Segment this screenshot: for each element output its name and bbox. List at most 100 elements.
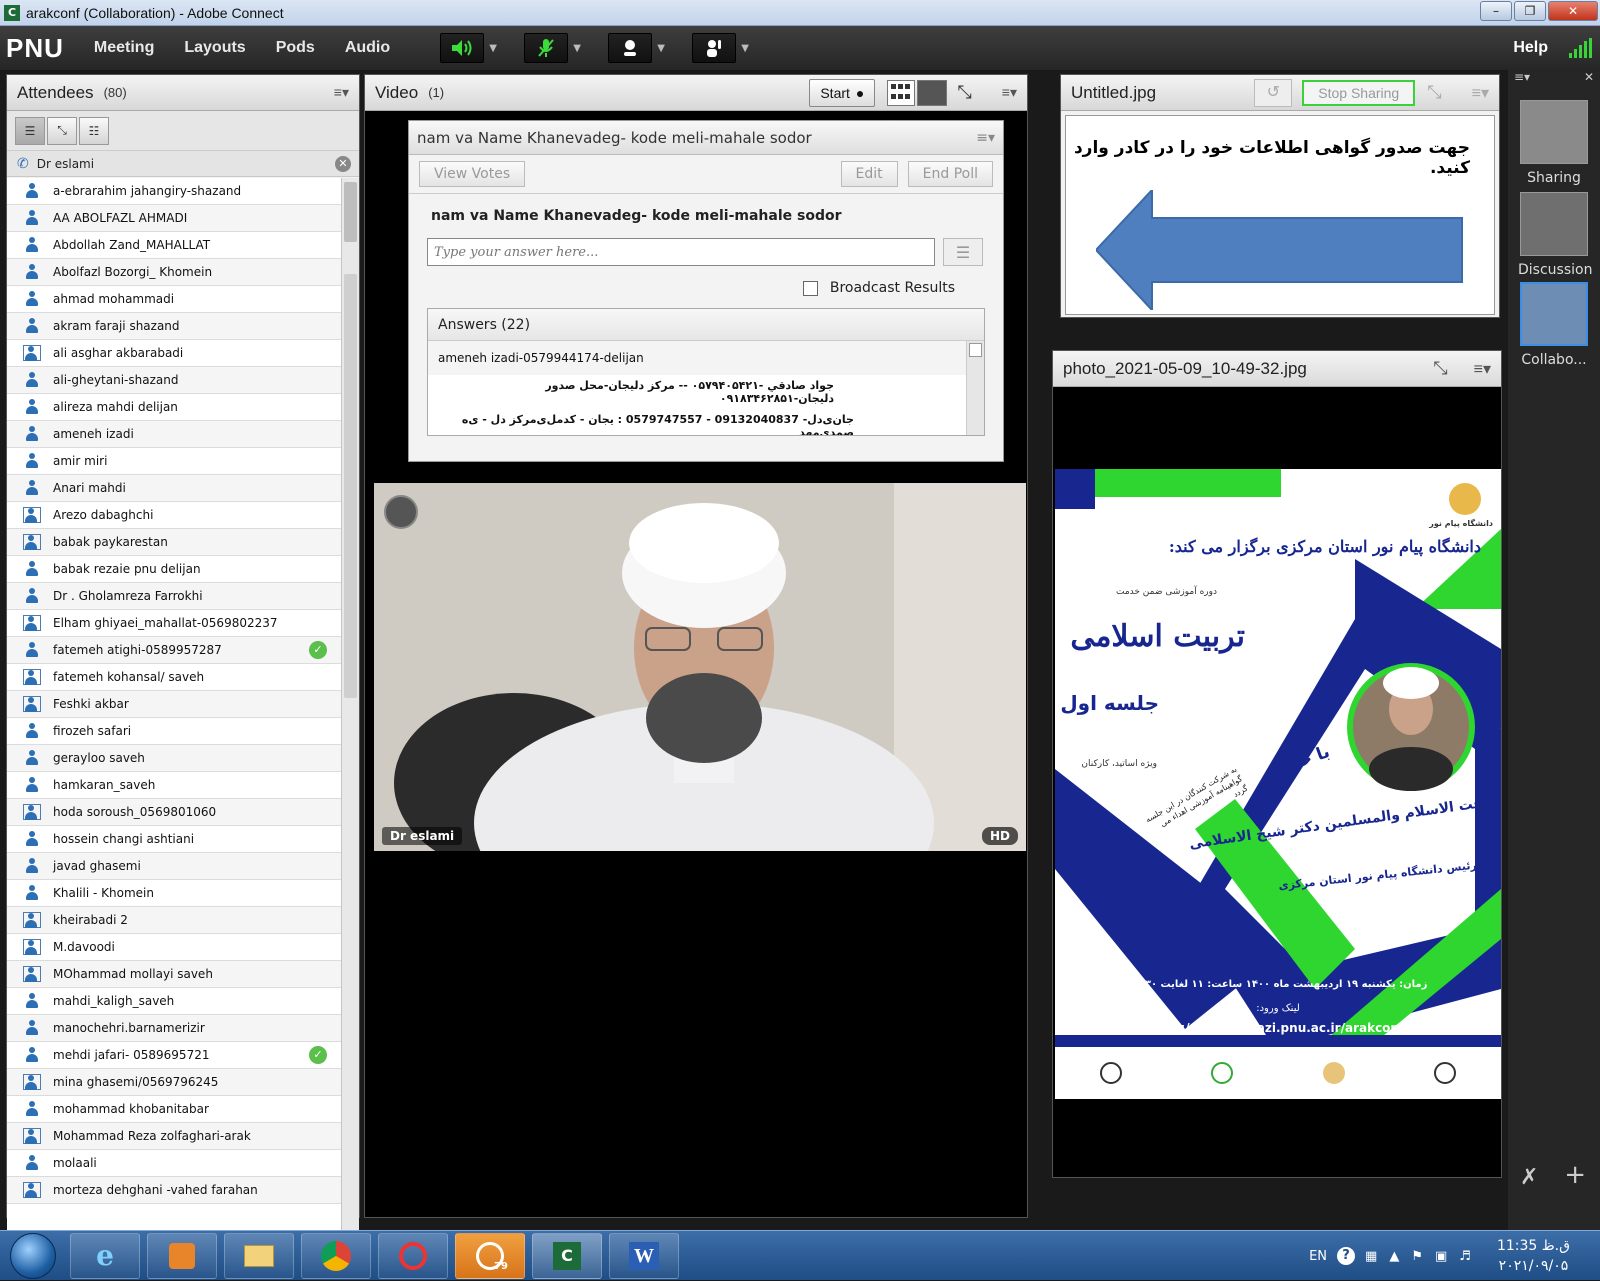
submit-answer-icon[interactable]: ☰ [943,238,983,266]
attendee-row[interactable]: mohammad khobanitabar [7,1096,341,1123]
attendee-row[interactable]: ahmad mohammadi [7,286,341,313]
network-tray-icon[interactable]: ▦ [1365,1249,1377,1264]
attendee-row[interactable]: manochehri.barnamerizir [7,1015,341,1042]
poster-options-icon[interactable]: ≡▾ [1474,359,1491,379]
attendee-row[interactable]: amir miri [7,448,341,475]
attendee-row[interactable]: Dr . Gholamreza Farrokhi [7,583,341,610]
menu-layouts[interactable]: Layouts [184,39,245,57]
attendee-row[interactable]: babak rezaie pnu delijan [7,556,341,583]
menu-help[interactable]: Help [1513,39,1548,57]
layout-discussion[interactable]: Discussion [1518,192,1592,278]
breakout-view-icon[interactable]: ⤡ [47,116,77,145]
sync-icon[interactable]: ↺ [1254,78,1293,107]
raise-hand-button[interactable] [692,33,737,63]
language-indicator[interactable]: EN [1309,1249,1327,1264]
stop-sharing-button[interactable]: Stop Sharing [1302,79,1416,106]
view-votes-button[interactable]: View Votes [419,161,526,187]
attendee-row[interactable]: mehdi jafari- 0589695721 ✓ [7,1042,341,1069]
network-icon[interactable]: ▣ [1435,1249,1447,1264]
attendee-row[interactable]: ali-gheytani-shazand [7,367,341,394]
poll-options-icon[interactable]: ≡▾ [976,130,995,146]
microphone-button[interactable] [524,33,569,63]
broadcast-checkbox[interactable] [802,280,818,296]
layout-collaboration[interactable]: Collabo... [1518,282,1590,368]
attendee-row[interactable]: Abdollah Zand_MAHALLAT [7,232,341,259]
close-window-button[interactable]: ✕ [1548,1,1598,21]
list-view-icon[interactable]: ☰ [15,116,45,145]
attendee-row[interactable]: mahdi_kaligh_saveh [7,988,341,1015]
taskbar-explorer[interactable] [224,1232,294,1279]
attendee-row[interactable]: firozeh safari [7,718,341,745]
start-button[interactable] [10,1232,56,1279]
attendee-scroll-thumb[interactable] [344,182,357,242]
rail-options-icon[interactable]: ≡▾ [1514,70,1530,84]
menu-meeting[interactable]: Meeting [94,39,154,57]
minimize-button[interactable]: – [1480,1,1512,21]
attendee-row[interactable]: fatemeh kohansal/ saveh [7,664,341,691]
attendee-row[interactable]: hamkaran_saveh [7,772,341,799]
maximize-button[interactable]: ❐ [1514,1,1546,21]
taskbar-adobe-connect[interactable]: C [532,1232,602,1279]
taskbar-ie[interactable]: e [70,1232,140,1279]
end-poll-button[interactable]: End Poll [907,161,993,187]
layout-sharing[interactable]: Sharing [1518,100,1590,186]
filmstrip-view-icon[interactable] [917,79,948,106]
camera-dropdown[interactable]: ▼ [652,33,670,63]
speaker-dropdown[interactable]: ▼ [484,33,502,63]
taskbar-app-badge[interactable]: 79 [455,1232,525,1279]
taskbar-chrome[interactable] [301,1232,371,1279]
rail-close-icon[interactable]: ✕ [1584,70,1594,84]
attendee-row[interactable]: Arezo dabaghchi [7,502,341,529]
answers-scrollbar[interactable] [966,341,984,435]
menu-audio[interactable]: Audio [345,39,390,57]
fullscreen-icon[interactable]: ⤡ [957,82,971,103]
attendee-row[interactable]: javad ghasemi [7,853,341,880]
show-hidden-icons[interactable]: ▲ [1389,1249,1399,1264]
attendee-row[interactable]: mina ghasemi/0569796245 [7,1069,341,1096]
clock[interactable]: 11:35 ق.ظ ۲۰۲۱/۰۹/۰۵ [1497,1236,1570,1276]
close-speaker-icon[interactable]: ✕ [335,155,351,172]
attendee-row[interactable]: morteza dehghani -vahed farahan [7,1177,341,1204]
attendee-row[interactable]: kheirabadi 2 [7,907,341,934]
attendee-row[interactable]: molaali [7,1150,341,1177]
volume-icon[interactable]: ♬ [1459,1249,1471,1264]
attendee-row[interactable]: MOhammad mollayi saveh [7,961,341,988]
attendee-row[interactable]: akram faraji shazand [7,313,341,340]
attendee-row[interactable]: Khalili - Khomein [7,880,341,907]
action-center-icon[interactable]: ⚑ [1411,1249,1423,1264]
grid-view-icon[interactable] [887,79,916,106]
help-tray-icon[interactable]: ? [1337,1247,1356,1265]
attendee-row[interactable]: a-ebrarahim jahangiry-shazand [7,178,341,205]
camera-button[interactable] [608,33,653,63]
attendee-scroll-handle[interactable] [344,274,357,698]
pod-options-icon[interactable]: ≡▾ [334,84,349,101]
attendee-row[interactable]: AA ABOLFAZL AHMADI [7,205,341,232]
status-dropdown[interactable]: ▼ [736,33,754,63]
menu-pods[interactable]: Pods [276,39,315,57]
attendee-row[interactable]: babak paykarestan [7,529,341,556]
attendee-row[interactable]: Mohammad Reza zolfaghari-arak [7,1123,341,1150]
microphone-dropdown[interactable]: ▼ [568,33,586,63]
attendee-row[interactable]: Elham ghiyaei_mahallat-0569802237 [7,610,341,637]
attendee-row[interactable]: M.davoodi [7,934,341,961]
attendee-row[interactable]: hossein changi ashtiani [7,826,341,853]
attendee-row[interactable]: hoda soroush_0569801060 [7,799,341,826]
speaker-button[interactable] [440,33,485,63]
taskbar-recorder[interactable] [378,1232,448,1279]
attendee-row[interactable]: ali asghar akbarabadi [7,340,341,367]
poster-fullscreen-icon[interactable]: ⤡ [1433,358,1447,379]
share-fullscreen-icon[interactable]: ⤡ [1427,82,1441,103]
start-webcam-button[interactable]: Start ● [809,78,876,107]
attendee-row[interactable]: gerayloo saveh [7,745,341,772]
role-view-icon[interactable]: ☷ [79,116,109,145]
attendee-row[interactable]: fatemeh atighi-0589957287 ✓ [7,637,341,664]
rail-tools-icon[interactable]: ✗ [1520,1165,1538,1190]
attendee-row[interactable]: Abolfazl Bozorgi_ Khomein [7,259,341,286]
add-layout-icon[interactable]: + [1564,1160,1586,1190]
share-options-icon[interactable]: ≡▾ [1472,83,1489,103]
taskbar-word[interactable]: W [609,1232,679,1279]
attendee-row[interactable]: alireza mahdi delijan [7,394,341,421]
taskbar-media-player[interactable] [147,1232,217,1279]
attendee-row[interactable]: Anari mahdi [7,475,341,502]
attendee-row[interactable]: Feshki akbar [7,691,341,718]
